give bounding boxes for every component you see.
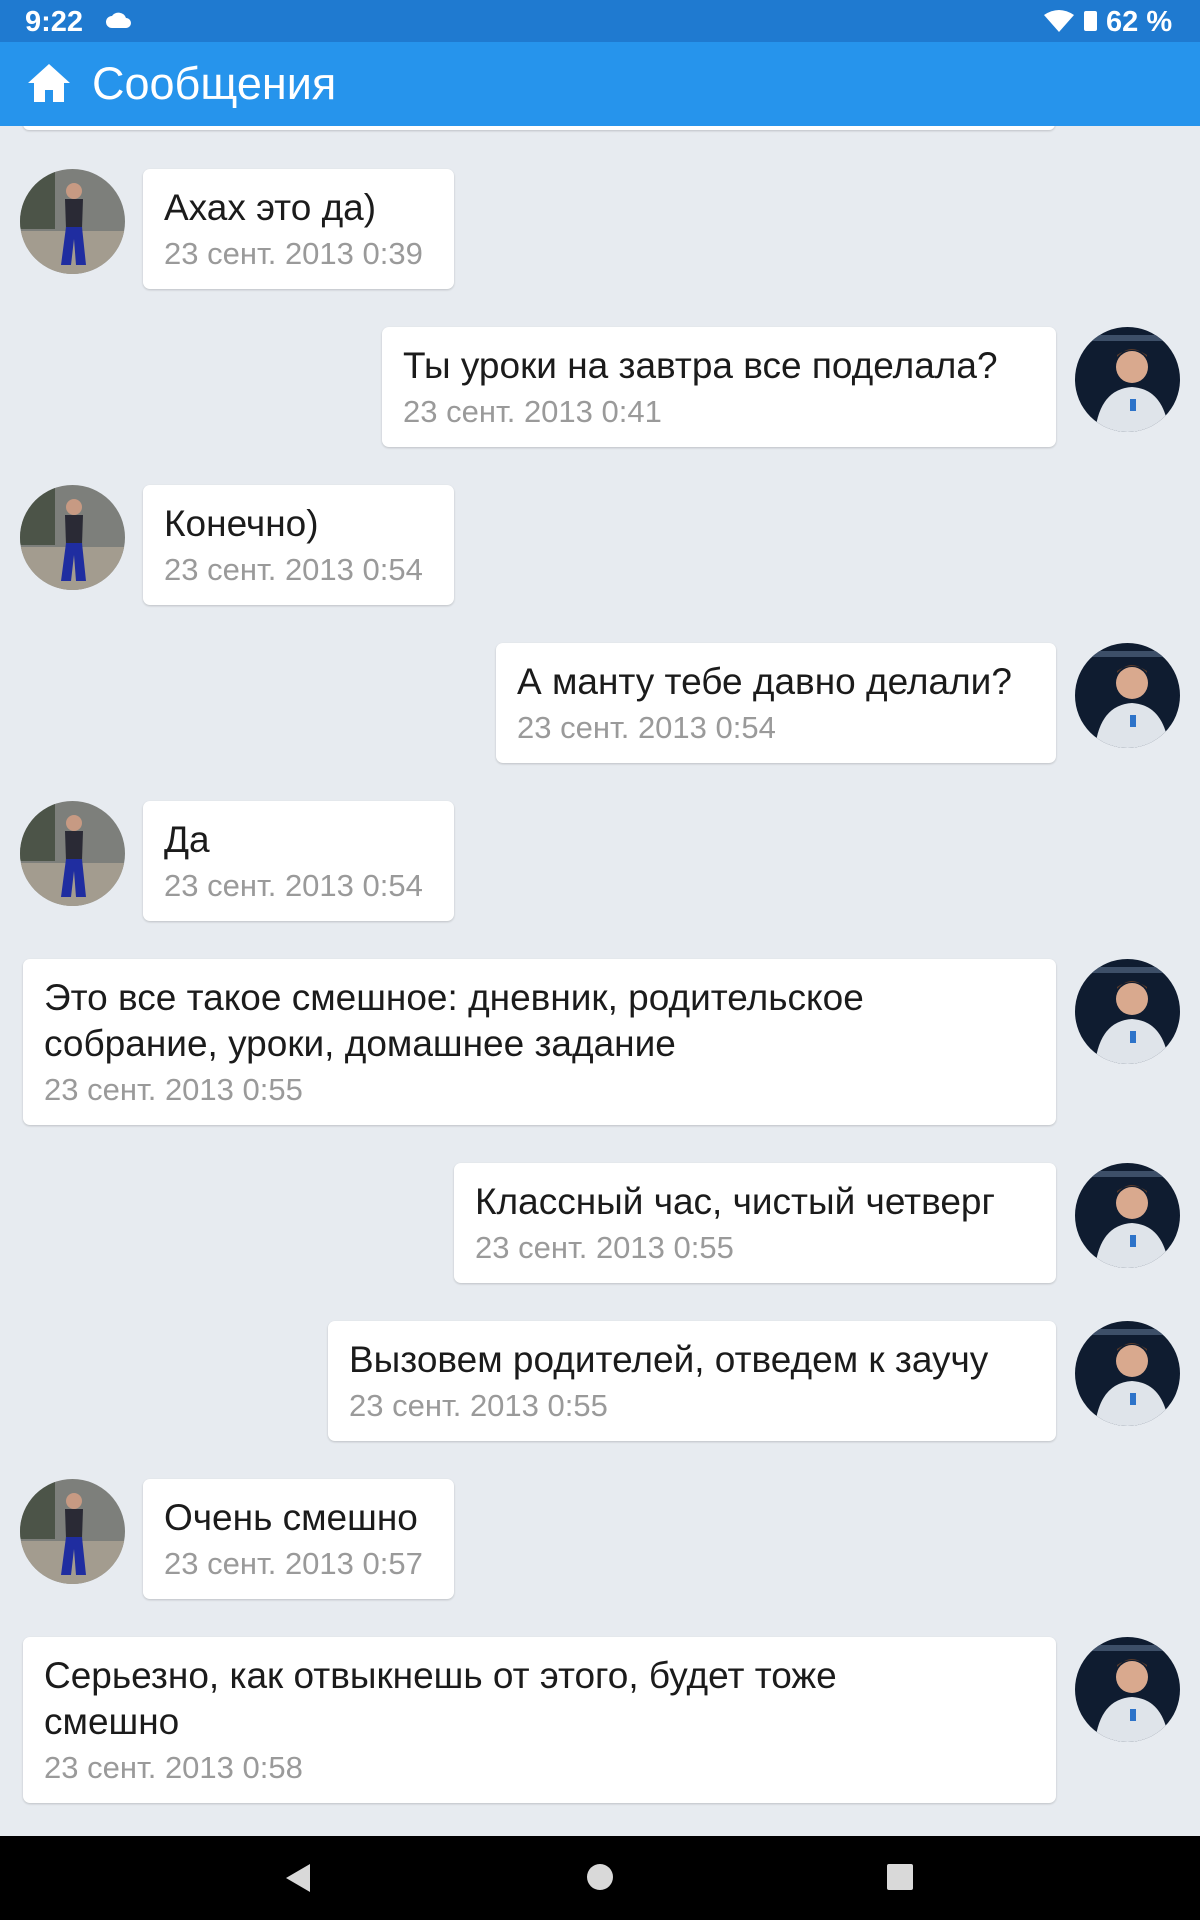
status-time: 9:22 bbox=[25, 6, 84, 38]
page-title: Сообщения bbox=[92, 58, 337, 109]
message-time: 23 сент. 2013 0:54 bbox=[164, 552, 423, 587]
message-bubble[interactable]: Да 23 сент. 2013 0:54 bbox=[143, 801, 454, 921]
message-bubble[interactable]: Ахах это да) 23 сент. 2013 0:39 bbox=[143, 169, 454, 289]
message-time: 23 сент. 2013 0:55 bbox=[44, 1072, 303, 1107]
recents-icon[interactable] bbox=[887, 1864, 913, 1895]
avatar-girl[interactable] bbox=[20, 801, 125, 906]
home-icon[interactable] bbox=[26, 60, 72, 106]
avatar-man[interactable] bbox=[1075, 1163, 1180, 1268]
avatar-man[interactable] bbox=[1075, 959, 1180, 1064]
previous-message-card-edge bbox=[23, 126, 1055, 130]
message-time: 23 сент. 2013 0:55 bbox=[475, 1230, 734, 1265]
message-text: Ахах это да) bbox=[164, 187, 377, 228]
message-text: Это все такое смешное: дневник, родитель… bbox=[44, 977, 864, 1064]
message-bubble[interactable]: Вызовем родителей, отведем к заучу 23 се… bbox=[328, 1321, 1056, 1441]
message-bubble[interactable]: А манту тебе давно делали? 23 сент. 2013… bbox=[496, 643, 1056, 763]
avatar-man[interactable] bbox=[1075, 1321, 1180, 1426]
message-time: 23 сент. 2013 0:41 bbox=[403, 394, 662, 429]
home-nav-icon[interactable] bbox=[587, 1864, 613, 1895]
message-bubble[interactable]: Ты уроки на завтра все поделала? 23 сент… bbox=[382, 327, 1056, 447]
message-text: Ты уроки на завтра все поделала? bbox=[403, 345, 998, 386]
message-time: 23 сент. 2013 0:55 bbox=[349, 1388, 608, 1423]
message-time: 23 сент. 2013 0:54 bbox=[164, 868, 423, 903]
avatar-man[interactable] bbox=[1075, 1637, 1180, 1742]
battery-percent: 62 % bbox=[1106, 6, 1173, 38]
message-list[interactable]: Ахах это да) 23 сент. 2013 0:39 Ты уроки… bbox=[0, 126, 1200, 1836]
avatar-girl[interactable] bbox=[20, 1479, 125, 1584]
message-text: Вызовем родителей, отведем к заучу bbox=[349, 1339, 989, 1380]
app-bar: Сообщения bbox=[0, 42, 1200, 126]
avatar-man[interactable] bbox=[1075, 643, 1180, 748]
message-bubble[interactable]: Очень смешно 23 сент. 2013 0:57 bbox=[143, 1479, 454, 1599]
status-bar: 9:22 62 % bbox=[0, 0, 1200, 42]
avatar-girl[interactable] bbox=[20, 169, 125, 274]
message-time: 23 сент. 2013 0:58 bbox=[44, 1750, 303, 1785]
message-text: А манту тебе давно делали? bbox=[517, 661, 1012, 702]
message-time: 23 сент. 2013 0:57 bbox=[164, 1546, 423, 1581]
message-time: 23 сент. 2013 0:39 bbox=[164, 236, 423, 271]
message-text: Да bbox=[164, 819, 210, 860]
message-bubble[interactable]: Это все такое смешное: дневник, родитель… bbox=[23, 959, 1056, 1125]
message-bubble[interactable]: Серьезно, как отвыкнешь от этого, будет … bbox=[23, 1637, 1056, 1803]
message-text: Классный час, чистый четверг bbox=[475, 1181, 996, 1222]
avatar-man[interactable] bbox=[1075, 327, 1180, 432]
message-text: Очень смешно bbox=[164, 1497, 418, 1538]
battery-icon bbox=[1084, 11, 1097, 31]
message-text: Серьезно, как отвыкнешь от этого, будет … bbox=[44, 1655, 837, 1742]
message-time: 23 сент. 2013 0:54 bbox=[517, 710, 776, 745]
message-bubble[interactable]: Конечно) 23 сент. 2013 0:54 bbox=[143, 485, 454, 605]
message-text: Конечно) bbox=[164, 503, 319, 544]
back-icon[interactable] bbox=[286, 1864, 312, 1897]
navigation-bar bbox=[0, 1836, 1200, 1920]
message-bubble[interactable]: Классный час, чистый четверг 23 сент. 20… bbox=[454, 1163, 1056, 1283]
cloud-icon bbox=[106, 12, 132, 33]
wifi-icon bbox=[1044, 10, 1074, 37]
avatar-girl[interactable] bbox=[20, 485, 125, 590]
